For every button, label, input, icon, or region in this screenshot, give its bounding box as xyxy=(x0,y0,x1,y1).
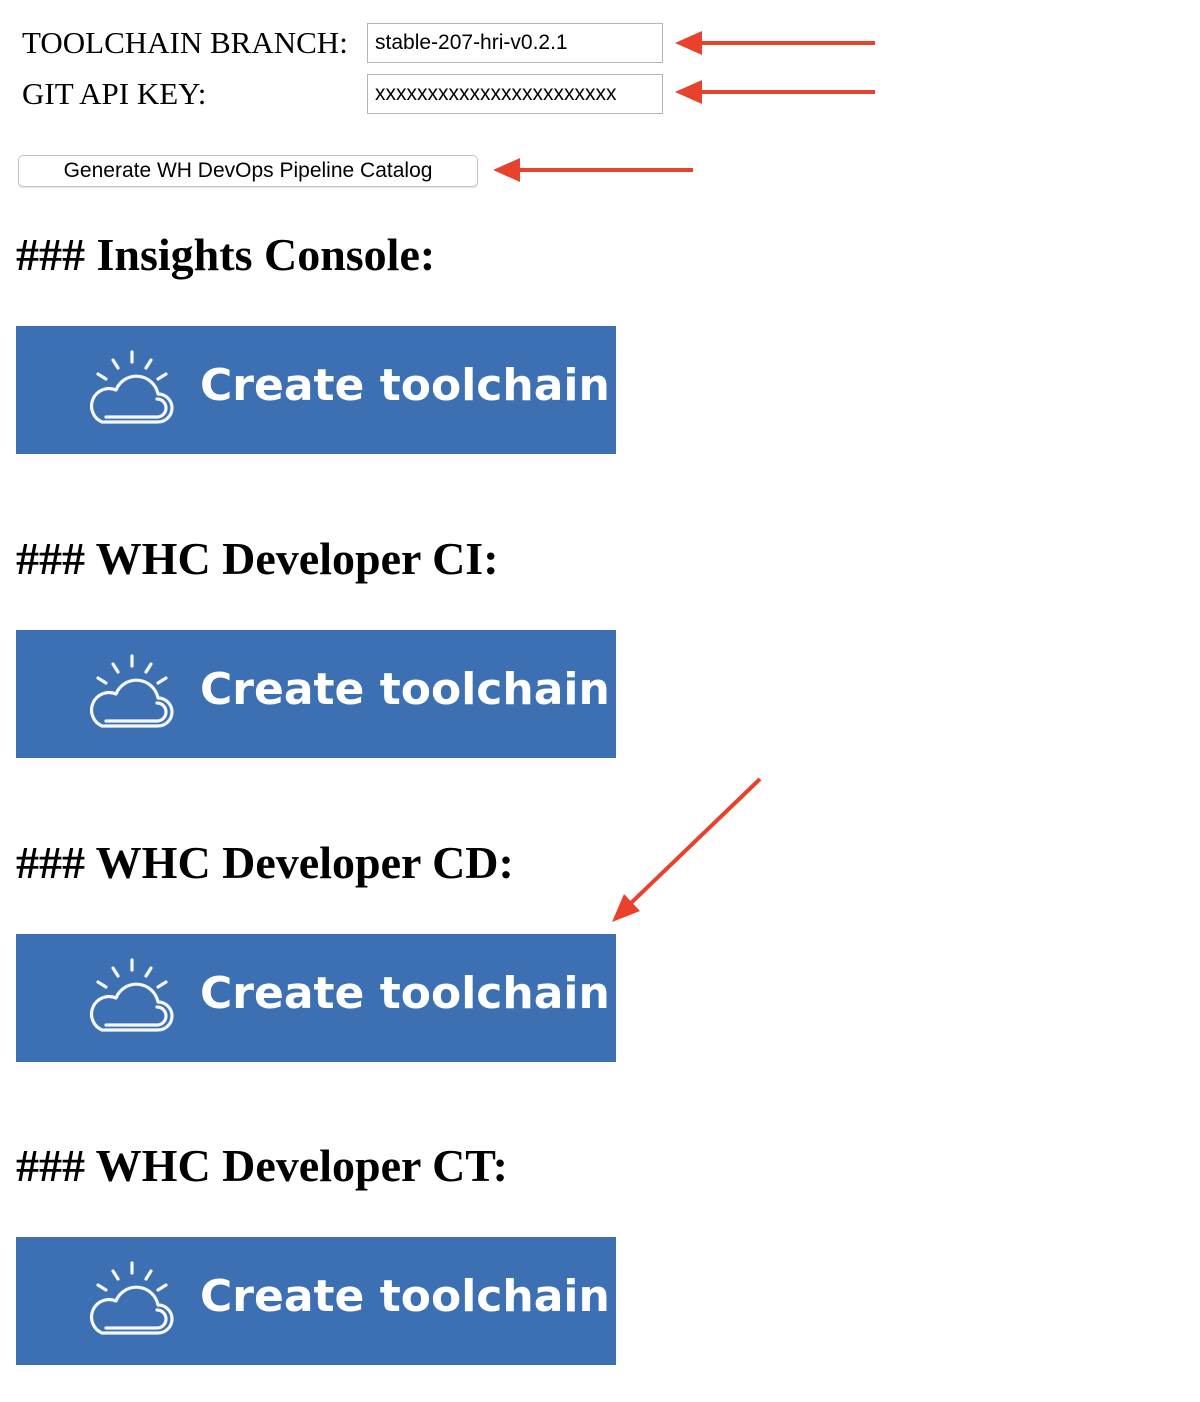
annotation-arrows xyxy=(493,31,875,922)
red-arrow-icon xyxy=(612,777,762,922)
red-arrow-icon xyxy=(675,31,875,55)
red-arrow-icon xyxy=(493,158,693,182)
red-arrow-icon xyxy=(675,80,875,104)
